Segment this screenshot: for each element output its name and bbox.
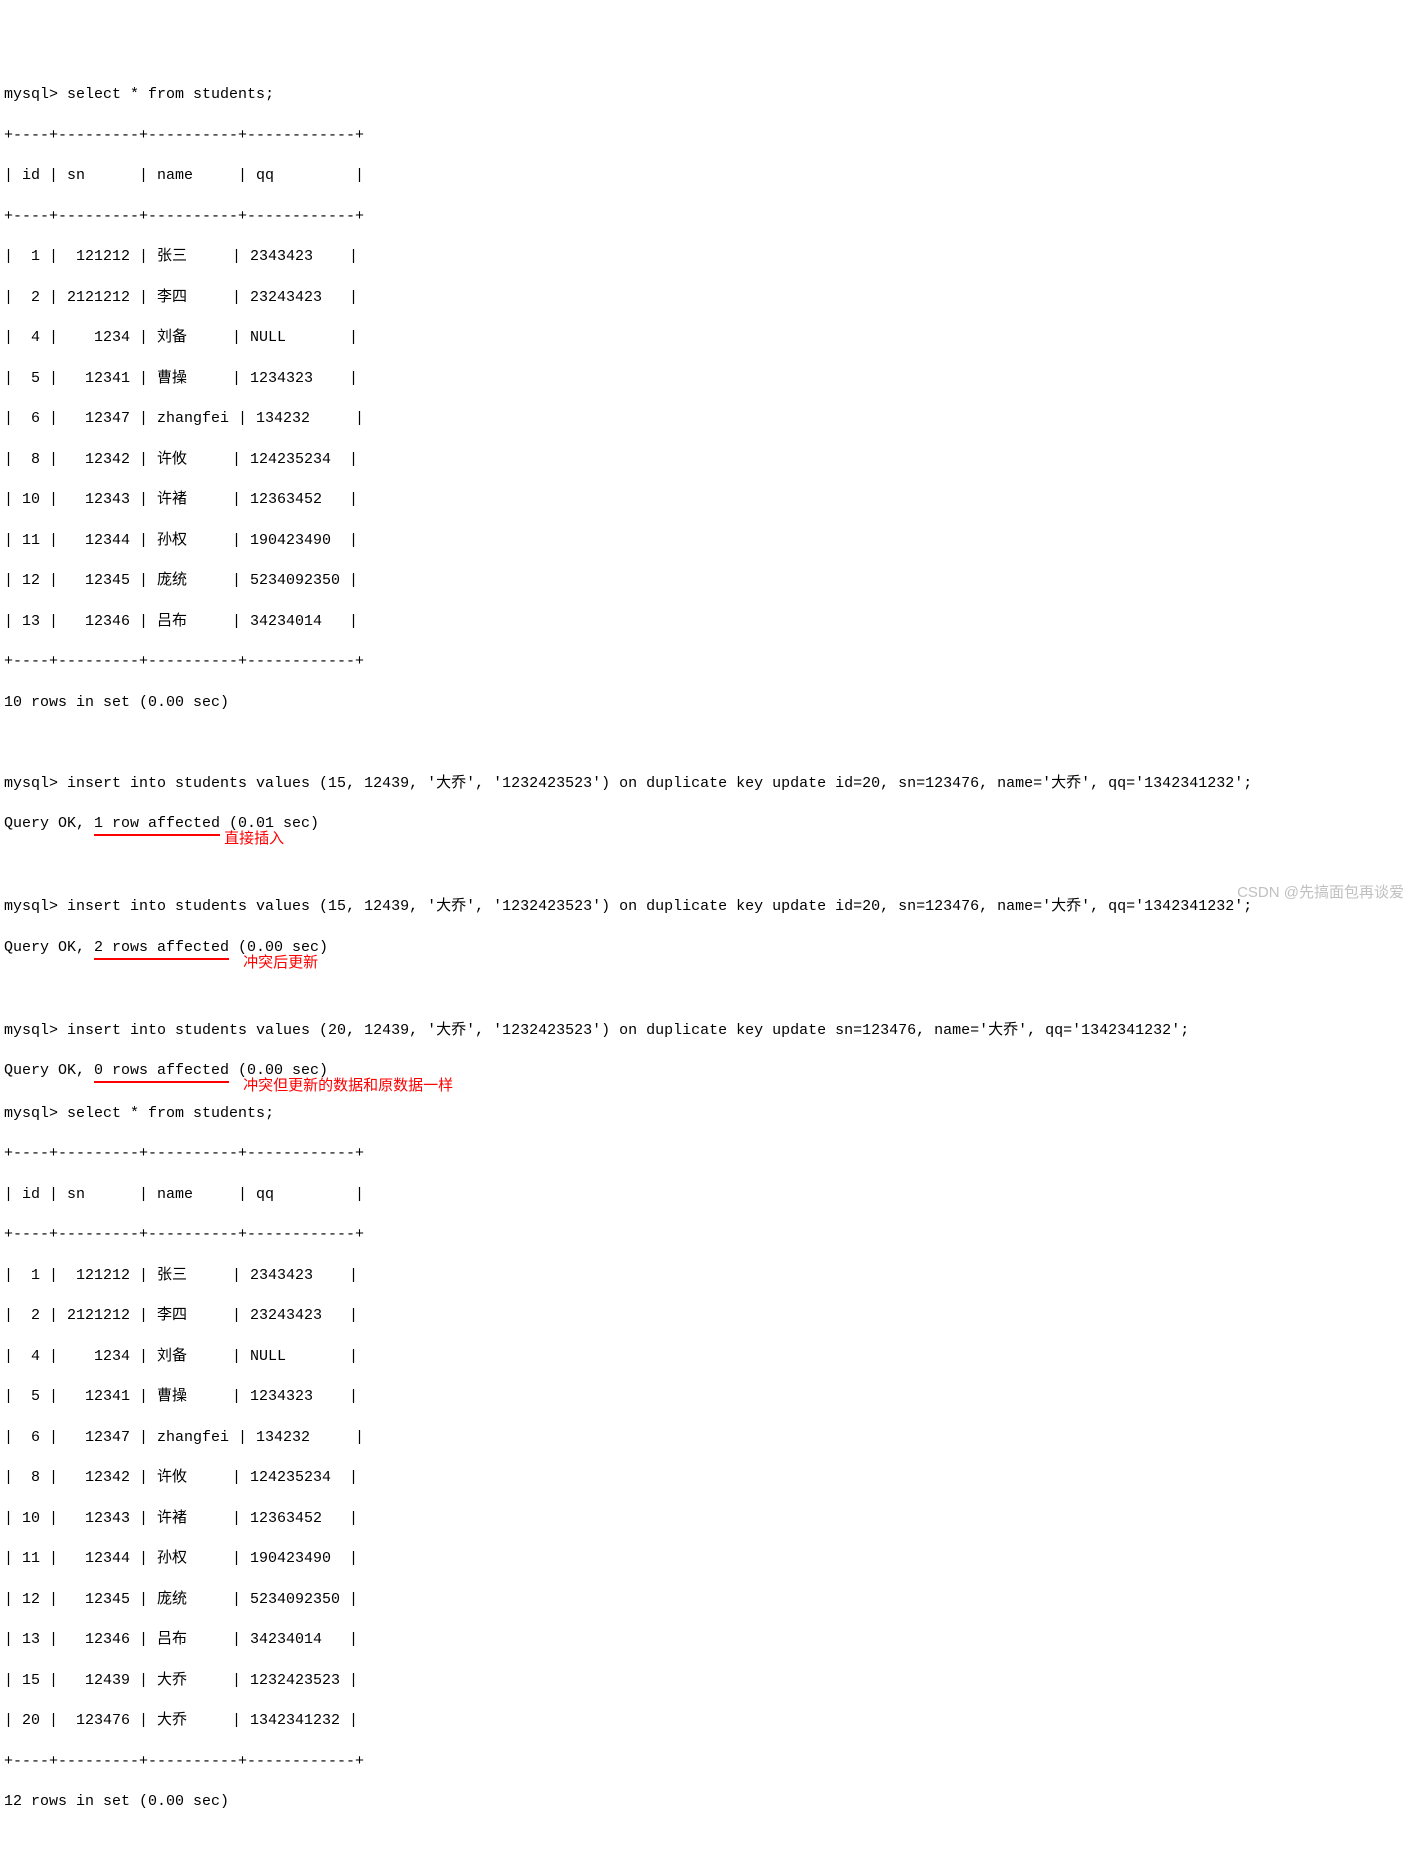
watermark: CSDN @先搞面包再谈爱 <box>1237 883 1404 903</box>
table-row: | 5 | 12341 | 曹操 | 1234323 | <box>4 369 1412 389</box>
result-footer: 10 rows in set (0.00 sec) <box>4 693 1412 713</box>
result-line: Query OK, 2 rows affected (0.00 sec)冲突后更… <box>4 938 1412 960</box>
prompt: mysql> <box>4 898 58 915</box>
table-row: | 4 | 1234 | 刘备 | NULL | <box>4 328 1412 348</box>
table-row: | 2 | 2121212 | 李四 | 23243423 | <box>4 288 1412 308</box>
result-line: Query OK, 1 row affected (0.01 sec)直接插入 <box>4 814 1412 836</box>
table-row: | 4 | 1234 | 刘备 | NULL | <box>4 1347 1412 1367</box>
sql-select-1: select * from students; <box>67 86 274 103</box>
table-border: +----+---------+----------+------------+ <box>4 126 1412 146</box>
table-row: | 12 | 12345 | 庞统 | 5234092350 | <box>4 571 1412 591</box>
sql-select-2: select * from students; <box>67 1105 274 1122</box>
table-border: +----+---------+----------+------------+ <box>4 207 1412 227</box>
table-row: | 13 | 12346 | 吕布 | 34234014 | <box>4 1630 1412 1650</box>
table-row: | 11 | 12344 | 孙权 | 190423490 | <box>4 1549 1412 1569</box>
table-header: | id | sn | name | qq | <box>4 166 1412 186</box>
rows-affected-underlined: 1 row affected <box>94 814 220 836</box>
annotation-text: 冲突后更新 <box>243 953 318 973</box>
prompt: mysql> <box>4 1022 58 1039</box>
table-row: | 15 | 12439 | 大乔 | 1232423523 | <box>4 1671 1412 1691</box>
prompt-line: mysql> select * from students; <box>4 85 1412 105</box>
prompt-line: mysql> select * from students; <box>4 1104 1412 1124</box>
result-prefix: Query OK, <box>4 1062 94 1079</box>
sql-insert-3: insert into students values (20, 12439, … <box>58 1022 1189 1039</box>
blank-line <box>4 857 1412 877</box>
table-row: | 2 | 2121212 | 李四 | 23243423 | <box>4 1306 1412 1326</box>
table-header: | id | sn | name | qq | <box>4 1185 1412 1205</box>
table-row: | 8 | 12342 | 许攸 | 124235234 | <box>4 450 1412 470</box>
table-row: | 11 | 12344 | 孙权 | 190423490 | <box>4 531 1412 551</box>
table-row: | 1 | 121212 | 张三 | 2343423 | <box>4 1266 1412 1286</box>
table-row: | 8 | 12342 | 许攸 | 124235234 | <box>4 1468 1412 1488</box>
prompt: mysql> <box>4 1105 58 1122</box>
table-row: | 5 | 12341 | 曹操 | 1234323 | <box>4 1387 1412 1407</box>
blank-line <box>4 980 1412 1000</box>
sql-insert-2: insert into students values (15, 12439, … <box>58 898 1252 915</box>
annotation-text: 直接插入 <box>224 829 284 849</box>
result-footer: 12 rows in set (0.00 sec) <box>4 1792 1412 1812</box>
sql-insert-1: insert into students values (15, 12439, … <box>58 775 1252 792</box>
prompt: mysql> <box>4 86 58 103</box>
prompt: mysql> <box>4 775 58 792</box>
table-border: +----+---------+----------+------------+ <box>4 652 1412 672</box>
table-border: +----+---------+----------+------------+ <box>4 1225 1412 1245</box>
result-suffix: (0.00 sec) <box>229 939 328 956</box>
result-line: Query OK, 0 rows affected (0.00 sec)冲突但更… <box>4 1061 1412 1083</box>
table-row: | 12 | 12345 | 庞统 | 5234092350 | <box>4 1590 1412 1610</box>
table-row: | 13 | 12346 | 吕布 | 34234014 | <box>4 612 1412 632</box>
table-border: +----+---------+----------+------------+ <box>4 1752 1412 1772</box>
table-row: | 10 | 12343 | 许褚 | 12363452 | <box>4 1509 1412 1529</box>
result-prefix: Query OK, <box>4 815 94 832</box>
result-suffix: (0.01 sec) <box>220 815 319 832</box>
table-row: | 1 | 121212 | 张三 | 2343423 | <box>4 247 1412 267</box>
prompt-line: mysql> insert into students values (20, … <box>4 1021 1412 1041</box>
table-row: | 6 | 12347 | zhangfei | 134232 | <box>4 409 1412 429</box>
prompt-line: mysql> insert into students values (15, … <box>4 897 1412 917</box>
annotation-text: 冲突但更新的数据和原数据一样 <box>243 1076 453 1096</box>
result-prefix: Query OK, <box>4 939 94 956</box>
rows-affected-underlined: 0 rows affected <box>94 1061 229 1083</box>
rows-affected-underlined: 2 rows affected <box>94 938 229 960</box>
table-row: | 20 | 123476 | 大乔 | 1342341232 | <box>4 1711 1412 1731</box>
table-border: +----+---------+----------+------------+ <box>4 1144 1412 1164</box>
prompt-line: mysql> insert into students values (15, … <box>4 774 1412 794</box>
result-suffix: (0.00 sec) <box>229 1062 328 1079</box>
terminal-output: mysql> select * from students; +----+---… <box>4 85 1412 1812</box>
table-row: | 6 | 12347 | zhangfei | 134232 | <box>4 1428 1412 1448</box>
table-row: | 10 | 12343 | 许褚 | 12363452 | <box>4 490 1412 510</box>
blank-line <box>4 733 1412 753</box>
